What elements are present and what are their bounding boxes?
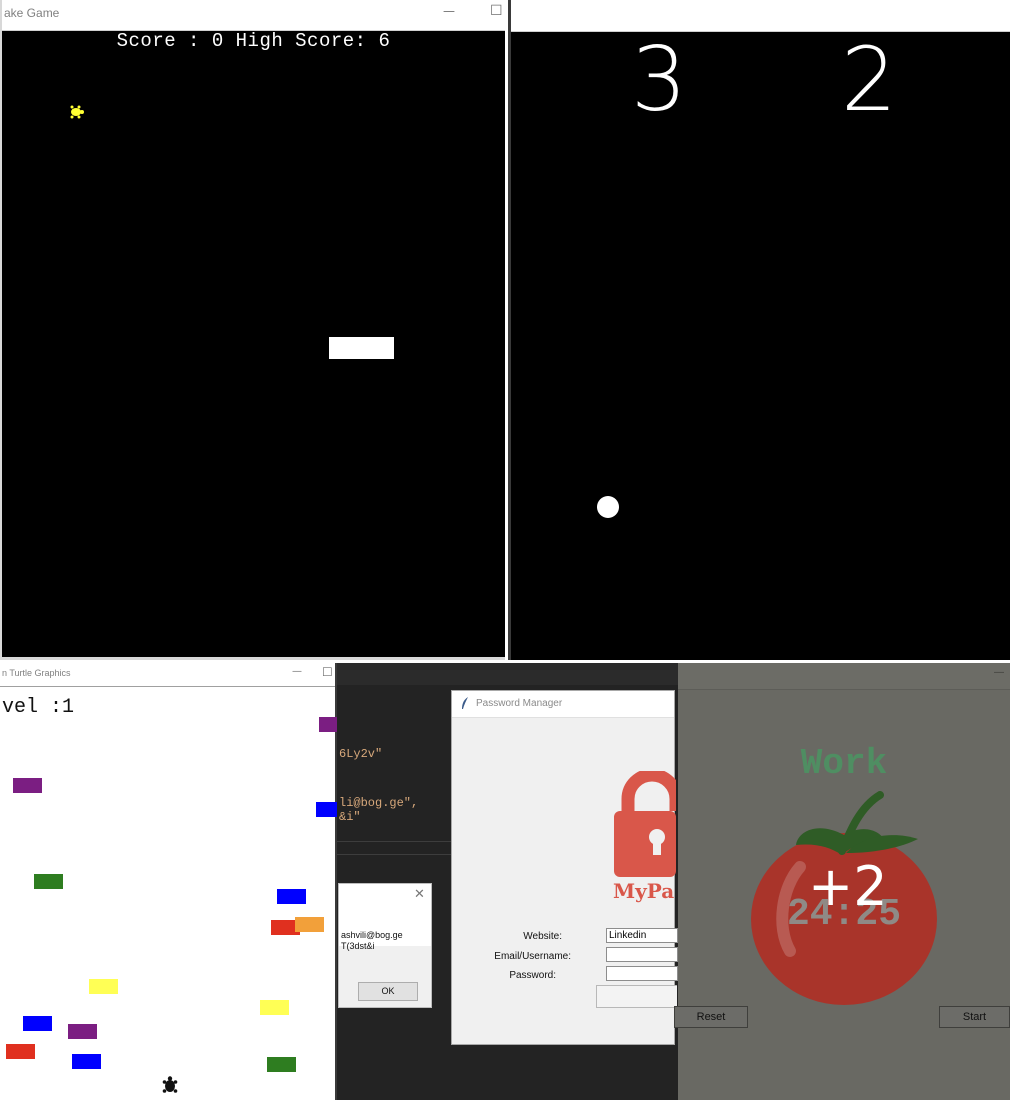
- code-line: 6Ly2v": [339, 747, 383, 761]
- ok-button[interactable]: OK: [358, 982, 418, 1001]
- code-line: li@bog.ge",: [339, 796, 419, 810]
- pong-title-bar: [511, 0, 1010, 32]
- snake-title-bar: ake Game — ☐: [2, 0, 505, 31]
- reset-button[interactable]: Reset: [674, 1006, 748, 1028]
- password-manager-window: Password Manager MyPa Website: Email/Use…: [451, 690, 678, 1045]
- pm-title-bar: Password Manager: [452, 691, 674, 718]
- maximize-button[interactable]: ☐: [490, 3, 503, 19]
- code-line: &i": [339, 810, 361, 824]
- snake-body-segment: [329, 337, 394, 359]
- brick: [260, 1000, 289, 1015]
- turtle-title-bar: n Turtle Graphics — ☐: [0, 663, 335, 687]
- dialog-message-area: ✕ ashvili@bog.ge T(3dst&i: [339, 884, 431, 951]
- email-label: Email/Username:: [494, 951, 571, 962]
- close-icon[interactable]: ✕: [414, 886, 425, 902]
- brick: [89, 979, 118, 994]
- brick: [277, 889, 306, 904]
- maximize-button[interactable]: ☐: [322, 665, 333, 679]
- pm-window-title: Password Manager: [476, 698, 563, 709]
- website-input[interactable]: [606, 928, 678, 943]
- overflow-count-badge: +2: [808, 855, 888, 918]
- brick: [68, 1024, 97, 1039]
- logo-text: MyPa: [613, 879, 675, 903]
- password-input[interactable]: [606, 966, 678, 981]
- generate-password-button[interactable]: [596, 985, 677, 1008]
- dialog-message-line1: ashvili@bog.ge: [341, 930, 403, 940]
- score-display: Score : 0 High Score: 6: [116, 30, 391, 52]
- confirmation-dialog: ✕ ashvili@bog.ge T(3dst&i OK: [338, 883, 432, 1008]
- right-player-score: 2: [841, 28, 897, 131]
- pomodoro-title-bar: —: [678, 663, 1010, 690]
- dialog-message-line2: T(3dst&i: [341, 941, 375, 951]
- start-button[interactable]: Start: [939, 1006, 1010, 1028]
- lock-icon: [614, 771, 676, 877]
- snake-window-title: ake Game: [4, 6, 60, 20]
- editor-top-strip: [337, 663, 678, 685]
- website-label: Website:: [523, 931, 562, 942]
- pong-ball: [597, 496, 619, 518]
- brick: [34, 874, 63, 889]
- minimize-button[interactable]: —: [292, 666, 302, 677]
- brick: [316, 802, 337, 817]
- password-label: Password:: [509, 970, 556, 981]
- snake-game-window: ake Game — ☐ Score : 0 High Score: 6: [0, 0, 505, 660]
- turtle-icon: [162, 1076, 178, 1093]
- pomodoro-window: — Work 24:25 +2: [678, 663, 1010, 1100]
- brick: [295, 917, 324, 932]
- pong-game-window: 3 2: [508, 0, 1010, 660]
- email-input[interactable]: [606, 947, 678, 962]
- feather-icon: [462, 697, 468, 709]
- divider: [337, 841, 452, 842]
- brick: [13, 778, 42, 793]
- work-heading: Work: [800, 743, 888, 784]
- minimize-button[interactable]: —: [443, 4, 455, 18]
- minimize-button[interactable]: —: [994, 667, 1004, 678]
- level-label: vel :1: [2, 696, 75, 719]
- turtle-window-title: n Turtle Graphics: [2, 668, 71, 678]
- left-player-score: 3: [631, 28, 687, 131]
- brick: [6, 1044, 35, 1059]
- brick: [23, 1016, 52, 1031]
- brick: [72, 1054, 101, 1069]
- brick: [267, 1057, 296, 1072]
- brick: [319, 717, 337, 732]
- divider: [337, 854, 452, 855]
- breakout-game-window: n Turtle Graphics — ☐ vel :1: [0, 663, 337, 1100]
- snake-food-icon: [70, 105, 84, 119]
